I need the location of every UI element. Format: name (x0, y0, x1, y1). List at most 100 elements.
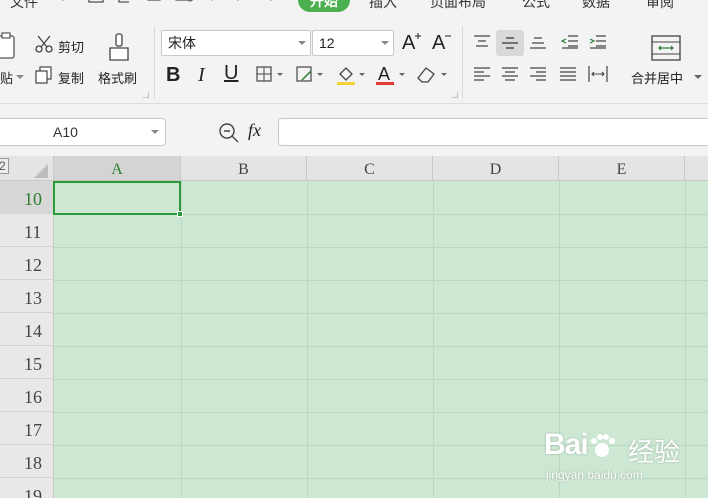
tab-start[interactable]: 开始 (298, 0, 350, 12)
clipboard-launcher-icon[interactable] (143, 92, 149, 98)
formula-bar: A10 fx (0, 104, 708, 156)
tab-page-layout[interactable]: 页面布局 (430, 0, 486, 12)
menu-file[interactable]: 文件 (10, 0, 38, 12)
cut-button[interactable]: 剪切 (58, 37, 84, 56)
grid-line (307, 181, 308, 498)
align-top-icon[interactable] (472, 34, 492, 50)
paste-icon[interactable] (0, 32, 18, 62)
print-preview-icon[interactable] (174, 0, 196, 6)
select-all-triangle-icon[interactable] (34, 164, 48, 178)
grid-line (54, 379, 708, 380)
select-all-corner[interactable]: 2 (0, 156, 54, 181)
column-header-f[interactable] (685, 156, 708, 181)
ribbon-divider (462, 26, 463, 98)
clear-format-icon[interactable] (414, 64, 450, 86)
tab-insert[interactable]: 插入 (369, 0, 397, 12)
grid-line (54, 313, 708, 314)
tab-formulas[interactable]: 公式 (522, 0, 550, 12)
font-color-icon[interactable] (374, 64, 408, 86)
export-icon[interactable] (116, 0, 132, 6)
menu-bar: 文件 开始 插入 页面布局 公式 数据 审阅 (0, 0, 708, 12)
borders-icon[interactable] (256, 66, 286, 84)
active-cell-a10[interactable] (53, 181, 181, 215)
grid-line (181, 181, 182, 498)
decrease-indent-icon[interactable] (560, 34, 580, 50)
font-name-value: 宋体 (168, 35, 196, 51)
align-bottom-icon[interactable] (528, 34, 548, 50)
cell-style-icon[interactable] (296, 66, 326, 84)
ribbon-toolbar: 贴 剪切 复制 格式刷 宋体 12 A A B I U A 合并居中 (0, 12, 708, 104)
ribbon-divider (154, 26, 155, 98)
row-header-14[interactable]: 14 (0, 313, 54, 346)
name-box-chevron-icon[interactable] (151, 130, 159, 134)
paste-chevron-icon[interactable] (16, 74, 24, 80)
font-name-chevron-icon[interactable] (298, 41, 306, 45)
grow-font-plus-icon (415, 33, 421, 39)
baidu-paw-icon (590, 434, 615, 458)
save-icon[interactable] (88, 0, 104, 6)
copy-icon[interactable] (35, 66, 53, 84)
increase-indent-icon[interactable] (588, 34, 608, 50)
grid-line (54, 346, 708, 347)
align-left-icon[interactable] (472, 66, 492, 82)
distributed-align-icon[interactable] (587, 64, 609, 84)
row-header-10[interactable]: 10 (0, 181, 54, 214)
format-painter-button[interactable]: 格式刷 (98, 68, 137, 87)
name-box[interactable]: A10 (0, 118, 166, 146)
copy-button[interactable]: 复制 (58, 68, 84, 87)
zoom-search-icon[interactable] (218, 122, 240, 144)
italic-button[interactable]: I (198, 64, 205, 87)
merge-center-chevron-icon[interactable] (694, 74, 702, 80)
row-header-17[interactable]: 17 (0, 412, 54, 445)
fill-color-icon[interactable] (336, 64, 368, 86)
menu-left-caret-icon (0, 0, 10, 6)
spreadsheet-window: 文件 开始 插入 页面布局 公式 数据 审阅 贴 剪切 复制 格式刷 宋体 12… (0, 0, 708, 498)
font-launcher-icon[interactable] (452, 92, 458, 98)
merge-center-icon[interactable] (650, 34, 682, 62)
formula-input[interactable] (278, 118, 708, 146)
paste-button[interactable]: 贴 (0, 68, 13, 87)
bold-button[interactable]: B (166, 64, 180, 87)
underline-button[interactable]: U (224, 62, 238, 85)
row-header-19[interactable]: 19 (0, 478, 54, 498)
row-header-11[interactable]: 11 (0, 214, 54, 247)
font-name-select[interactable]: 宋体 (161, 30, 311, 56)
column-header-a[interactable]: A (54, 156, 181, 181)
font-size-select[interactable]: 12 (312, 30, 394, 56)
row-header-15[interactable]: 15 (0, 346, 54, 379)
font-size-value: 12 (319, 35, 335, 51)
row-header-13[interactable]: 13 (0, 280, 54, 313)
align-right-icon[interactable] (528, 66, 548, 82)
fx-button[interactable]: fx (248, 120, 261, 141)
font-size-chevron-icon[interactable] (381, 41, 389, 45)
column-header-c[interactable]: C (307, 156, 433, 181)
baidu-watermark: Bai 经验 jingyan.baidu.com (544, 420, 704, 492)
grid-line (54, 247, 708, 248)
baidu-url-text: jingyan.baidu.com (546, 468, 643, 482)
quick-access-chevron-icon[interactable] (266, 0, 276, 4)
tab-review[interactable]: 审阅 (646, 0, 674, 12)
align-center-icon[interactable] (500, 66, 520, 82)
row-header-12[interactable]: 12 (0, 247, 54, 280)
scissors-icon[interactable] (34, 34, 54, 54)
shrink-font-minus-icon (445, 35, 451, 37)
align-middle-icon[interactable] (500, 34, 520, 50)
fill-handle[interactable] (177, 211, 183, 217)
tab-data[interactable]: 数据 (582, 0, 610, 12)
row-header-16[interactable]: 16 (0, 379, 54, 412)
column-header-e[interactable]: E (559, 156, 685, 181)
merge-center-button[interactable]: 合并居中 (631, 68, 683, 87)
baidu-logo-text: Bai (544, 428, 589, 461)
column-header-b[interactable]: B (181, 156, 307, 181)
menu-file-chevron-icon[interactable] (58, 0, 68, 4)
baidu-jingyan-text: 经验 (628, 437, 681, 467)
grid-line (433, 181, 434, 498)
baidu-logo: Bai (544, 428, 616, 462)
print-icon[interactable] (146, 0, 162, 6)
undo-icon[interactable] (204, 0, 244, 6)
sheet-level-label[interactable]: 2 (0, 158, 9, 174)
column-header-d[interactable]: D (433, 156, 559, 181)
justify-icon[interactable] (558, 66, 578, 82)
format-painter-icon[interactable] (106, 32, 134, 64)
row-header-18[interactable]: 18 (0, 445, 54, 478)
